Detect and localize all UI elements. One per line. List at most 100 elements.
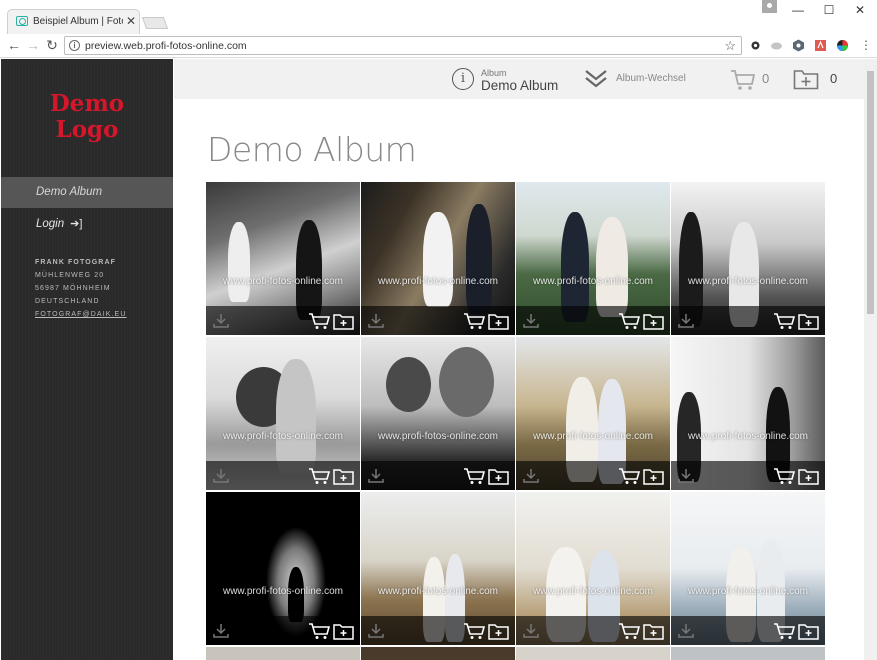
photo-tile[interactable]: www.profi-fotos-online.com <box>206 492 360 645</box>
browser-tab[interactable]: Beispiel Album | Fotogra ✕ <box>7 9 140 34</box>
add-to-folder-icon[interactable] <box>488 468 509 485</box>
address-bar[interactable]: i preview.web.profi-fotos-online.com ☆ <box>64 36 742 55</box>
minimize-icon[interactable]: — <box>790 3 806 17</box>
photo-tile[interactable]: www.profi-fotos-online.com <box>671 492 825 645</box>
scrollbar[interactable] <box>864 59 877 660</box>
add-to-folder-icon[interactable] <box>488 623 509 640</box>
add-to-folder-icon[interactable] <box>333 623 354 640</box>
settings-gear-icon[interactable] <box>749 39 762 52</box>
photo-tile[interactable] <box>206 647 360 660</box>
add-to-cart-icon[interactable] <box>618 467 640 485</box>
watermark: www.profi-fotos-online.com <box>377 276 499 287</box>
pdf-icon[interactable] <box>814 39 827 52</box>
new-tab-button[interactable] <box>141 17 169 29</box>
add-to-cart-icon[interactable] <box>773 467 795 485</box>
add-to-folder-icon[interactable] <box>798 468 819 485</box>
extension-hex-icon[interactable] <box>792 39 805 52</box>
watermark: www.profi-fotos-online.com <box>687 586 809 597</box>
photo-tile[interactable]: www.profi-fotos-online.com <box>361 182 515 335</box>
add-to-cart-icon[interactable] <box>618 312 640 330</box>
add-to-folder-icon[interactable] <box>643 468 664 485</box>
photo-tile[interactable] <box>516 647 670 660</box>
sign-in-icon: ➔] <box>70 218 83 230</box>
photo-actions <box>361 616 515 645</box>
close-tab-icon[interactable]: ✕ <box>126 14 136 28</box>
add-to-cart-icon[interactable] <box>308 312 330 330</box>
download-icon[interactable] <box>677 623 695 639</box>
scrollbar-thumb[interactable] <box>867 71 874 314</box>
add-to-cart-icon[interactable] <box>463 467 485 485</box>
login-label: Login <box>36 218 65 230</box>
email-link[interactable]: FOTOGRAF@DAIK.EU <box>35 308 126 321</box>
album-topbar: i Album Demo Album Album-Wechsel 0 0 <box>174 59 864 99</box>
add-to-folder-icon[interactable] <box>333 468 354 485</box>
download-icon[interactable] <box>677 313 695 329</box>
download-icon[interactable] <box>522 623 540 639</box>
logo-line-1: Demo <box>49 90 125 117</box>
photo-tile[interactable]: www.profi-fotos-online.com <box>516 182 670 335</box>
color-picker-icon[interactable] <box>836 39 849 52</box>
double-chevron-down-icon[interactable] <box>584 69 608 89</box>
folder-plus-icon[interactable] <box>793 68 819 90</box>
back-icon[interactable]: ← <box>6 37 22 53</box>
info-icon[interactable]: i <box>452 68 474 90</box>
download-icon[interactable] <box>212 623 230 639</box>
download-icon[interactable] <box>522 313 540 329</box>
album-switch-label[interactable]: Album-Wechsel <box>616 73 686 84</box>
add-to-folder-icon[interactable] <box>643 313 664 330</box>
photo-tile[interactable]: www.profi-fotos-online.com <box>516 492 670 645</box>
photo-tile[interactable]: www.profi-fotos-online.com <box>206 182 360 335</box>
watermark: www.profi-fotos-online.com <box>222 276 344 287</box>
add-to-cart-icon[interactable] <box>308 622 330 640</box>
profile-icon[interactable] <box>762 0 777 13</box>
download-icon[interactable] <box>367 623 385 639</box>
add-to-folder-icon[interactable] <box>798 623 819 640</box>
cart-icon[interactable] <box>730 69 756 91</box>
folder-count: 0 <box>830 71 838 86</box>
login-link[interactable]: Login ➔] <box>36 217 82 230</box>
add-to-folder-icon[interactable] <box>333 313 354 330</box>
close-window-icon[interactable]: ✕ <box>852 3 868 17</box>
add-to-folder-icon[interactable] <box>643 623 664 640</box>
download-icon[interactable] <box>367 313 385 329</box>
download-icon[interactable] <box>677 468 695 484</box>
add-to-cart-icon[interactable] <box>463 622 485 640</box>
reload-icon[interactable]: ↻ <box>44 37 60 53</box>
photographer-address: FRANK FOTOGRAF MÜHLENWEG 20 56987 MÖHNHE… <box>35 256 126 321</box>
maximize-icon[interactable]: ☐ <box>821 3 837 17</box>
watermark: www.profi-fotos-online.com <box>687 431 809 442</box>
download-icon[interactable] <box>212 313 230 329</box>
browser-menu-icon[interactable]: ⋮ <box>858 37 874 53</box>
photo-tile[interactable]: www.profi-fotos-online.com <box>206 337 360 490</box>
download-icon[interactable] <box>367 468 385 484</box>
add-to-folder-icon[interactable] <box>798 313 819 330</box>
extension-cloud-icon[interactable] <box>770 39 783 52</box>
download-icon[interactable] <box>212 468 230 484</box>
photo-tile[interactable] <box>671 647 825 660</box>
photo-tile[interactable]: www.profi-fotos-online.com <box>516 337 670 490</box>
add-to-cart-icon[interactable] <box>773 622 795 640</box>
forward-icon[interactable]: → <box>25 37 41 53</box>
photo-tile[interactable]: www.profi-fotos-online.com <box>671 337 825 490</box>
watermark: www.profi-fotos-online.com <box>532 586 654 597</box>
cart-count: 0 <box>762 71 770 86</box>
demo-logo[interactable]: Demo Logo <box>1 91 173 143</box>
address-country: DEUTSCHLAND <box>35 298 100 305</box>
add-to-cart-icon[interactable] <box>773 312 795 330</box>
bookmark-star-icon[interactable]: ☆ <box>724 38 736 54</box>
watermark: www.profi-fotos-online.com <box>532 431 654 442</box>
photo-actions <box>361 461 515 490</box>
url-text: preview.web.profi-fotos-online.com <box>85 40 247 52</box>
photo-actions <box>516 306 670 335</box>
photo-tile[interactable]: www.profi-fotos-online.com <box>671 182 825 335</box>
add-to-cart-icon[interactable] <box>463 312 485 330</box>
add-to-cart-icon[interactable] <box>618 622 640 640</box>
site-info-icon[interactable]: i <box>69 40 80 51</box>
add-to-cart-icon[interactable] <box>308 467 330 485</box>
photo-tile[interactable] <box>361 647 515 660</box>
add-to-folder-icon[interactable] <box>488 313 509 330</box>
photo-tile[interactable]: www.profi-fotos-online.com <box>361 492 515 645</box>
download-icon[interactable] <box>522 468 540 484</box>
sidebar-item-demo-album[interactable]: Demo Album <box>1 177 173 208</box>
photo-tile[interactable]: www.profi-fotos-online.com <box>361 337 515 490</box>
